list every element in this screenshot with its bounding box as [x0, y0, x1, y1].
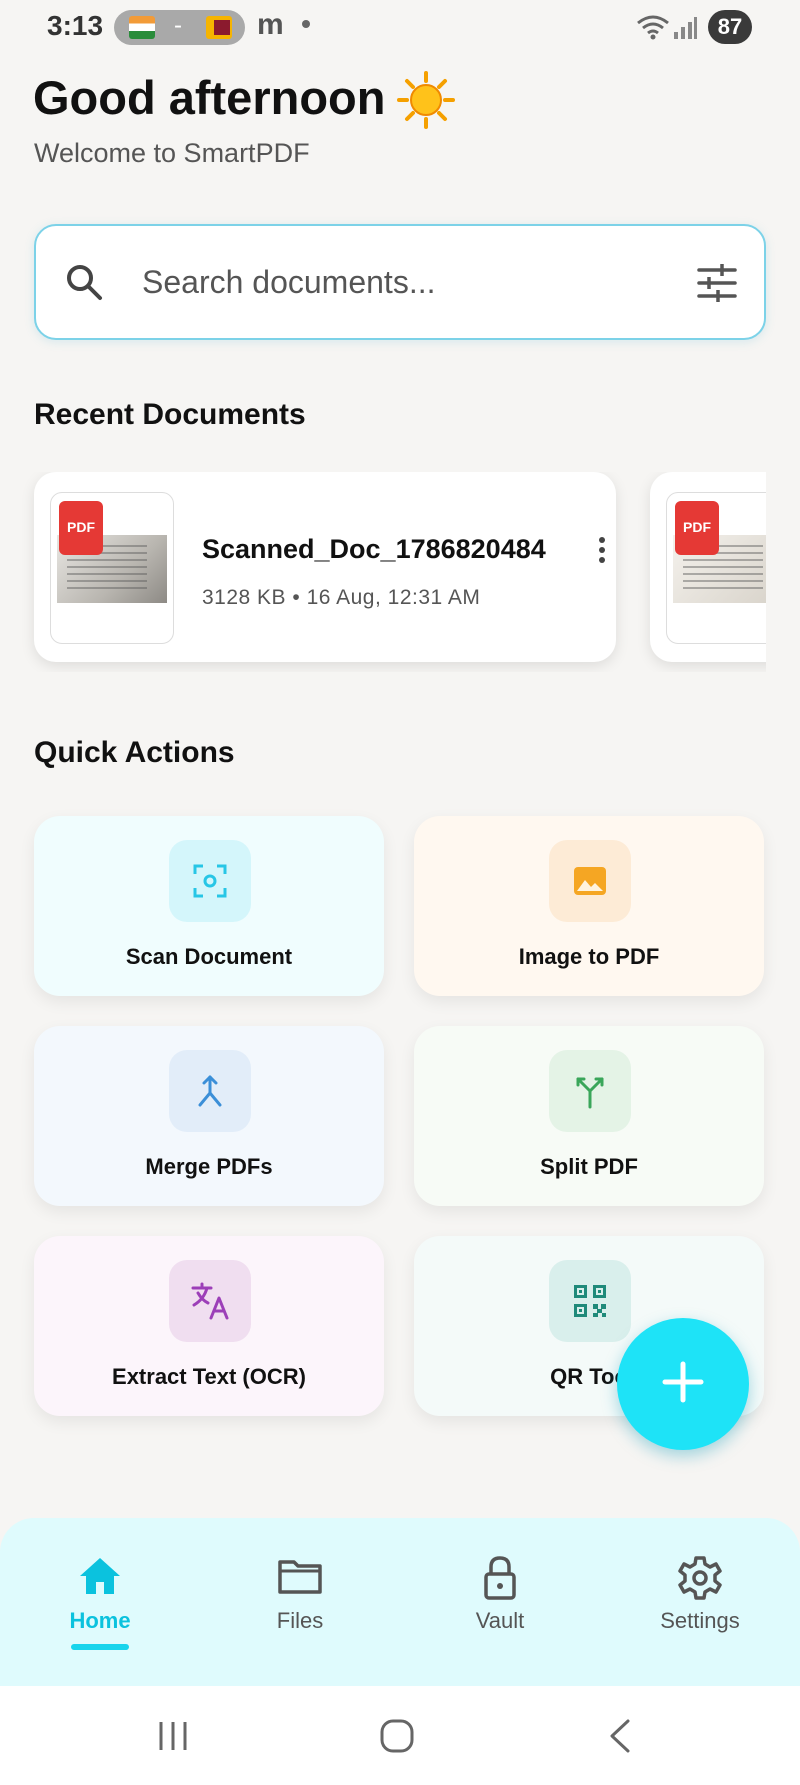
signal-icon — [672, 16, 698, 45]
search-icon — [64, 262, 104, 307]
merge-pdfs-card[interactable]: Merge PDFs — [34, 1026, 384, 1206]
split-icon — [549, 1050, 631, 1132]
merge-icon — [169, 1050, 251, 1132]
india-flag-icon — [129, 16, 155, 39]
folder-icon — [276, 1554, 324, 1603]
nav-item-settings[interactable]: Settings — [600, 1518, 800, 1686]
extract-text-ocr-card[interactable]: Extract Text (OCR) — [34, 1236, 384, 1416]
search-input[interactable] — [142, 256, 622, 308]
home-system-icon[interactable] — [379, 1718, 415, 1759]
nav-item-vault[interactable]: Vault — [400, 1518, 600, 1686]
quick-actions-title: Quick Actions — [34, 736, 235, 769]
bottom-navigation: Home Files Vault Settings — [0, 1518, 800, 1686]
battery-indicator: 87 — [708, 10, 752, 44]
scan-icon — [169, 840, 251, 922]
plus-icon — [661, 1360, 705, 1409]
nav-item-files[interactable]: Files — [200, 1518, 400, 1686]
status-notification-pill: - — [114, 10, 245, 45]
translate-icon — [169, 1260, 251, 1342]
split-pdf-card[interactable]: Split PDF — [414, 1026, 764, 1206]
qr-code-icon — [549, 1260, 631, 1342]
document-card[interactable]: PDF — [650, 472, 766, 662]
back-icon[interactable] — [606, 1718, 634, 1759]
more-vertical-icon[interactable] — [596, 536, 608, 569]
document-thumbnail: PDF — [50, 492, 174, 644]
status-more-dot-icon — [302, 20, 310, 28]
search-bar[interactable] — [34, 224, 766, 340]
lock-icon — [476, 1554, 524, 1607]
gear-icon — [676, 1554, 724, 1607]
action-label: Split PDF — [540, 1154, 638, 1179]
document-card[interactable]: PDF Scanned_Doc_1786820484 3128 KB • 16 … — [34, 472, 616, 662]
document-meta: 3128 KB • 16 Aug, 12:31 AM — [202, 586, 481, 609]
nav-label: Vault — [475, 1608, 525, 1633]
image-icon — [549, 840, 631, 922]
wifi-icon — [636, 14, 670, 45]
document-thumbnail: PDF — [666, 492, 766, 644]
add-fab-button[interactable] — [617, 1318, 749, 1450]
filter-sliders-icon[interactable] — [696, 264, 738, 307]
scan-document-card[interactable]: Scan Document — [34, 816, 384, 996]
status-bar: 3:13 - m 87 — [0, 0, 800, 56]
nav-item-home[interactable]: Home — [0, 1518, 200, 1686]
action-label: Image to PDF — [518, 944, 660, 969]
status-app-icon: m — [257, 8, 284, 41]
status-time: 3:13 — [47, 10, 104, 41]
nav-label: Files — [276, 1608, 324, 1633]
nav-label: Settings — [660, 1608, 740, 1633]
action-label: Scan Document — [125, 944, 293, 969]
sri-lanka-flag-icon — [206, 16, 232, 39]
welcome-subtitle: Welcome to SmartPDF — [34, 138, 310, 168]
pdf-badge: PDF — [675, 501, 719, 555]
system-navigation-bar — [0, 1686, 800, 1785]
pdf-badge: PDF — [59, 501, 103, 555]
recent-documents-carousel[interactable]: PDF Scanned_Doc_1786820484 3128 KB • 16 … — [0, 472, 766, 672]
nav-label: Home — [69, 1608, 131, 1633]
recent-documents-title: Recent Documents — [34, 398, 306, 431]
action-label: Extract Text (OCR) — [112, 1364, 306, 1389]
recent-apps-icon[interactable] — [156, 1718, 190, 1759]
greeting-title: Good afternoon — [33, 71, 386, 124]
sun-icon — [396, 70, 456, 135]
home-icon — [76, 1554, 124, 1603]
nav-active-indicator — [71, 1644, 129, 1650]
document-name: Scanned_Doc_1786820484 — [202, 534, 546, 564]
image-to-pdf-card[interactable]: Image to PDF — [414, 816, 764, 996]
pill-separator: - — [174, 12, 182, 39]
action-label: Merge PDFs — [145, 1154, 273, 1179]
